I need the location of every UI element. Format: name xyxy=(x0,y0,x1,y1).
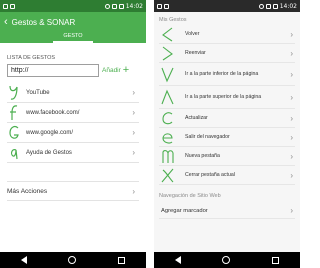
notification-icon xyxy=(164,3,169,9)
chevron-right-icon: › xyxy=(290,170,293,180)
list-item-label: www.google.com/ xyxy=(26,129,74,136)
notification-icon xyxy=(10,3,15,9)
chevron-right-icon: › xyxy=(290,206,293,215)
gesture-bottom-icon xyxy=(161,67,174,82)
gesture-top-icon xyxy=(161,89,174,104)
alarm-icon xyxy=(258,3,264,9)
signal-icon xyxy=(111,3,117,9)
more-actions-label: Más Acciones xyxy=(7,187,48,195)
chevron-right-icon: › xyxy=(132,88,135,97)
notification-icon xyxy=(157,3,162,9)
gesture-g-icon xyxy=(9,125,19,139)
nav-back-icon[interactable] xyxy=(174,256,181,264)
left-screen: 14:02 ‹ Gestos & SONAR GESTO LISTA DE GE… xyxy=(0,0,146,268)
notification-icon xyxy=(3,3,8,9)
right-screen: 14:02 Mis Gestos Volver › Reenviar › Ir … xyxy=(154,0,300,268)
list-item-label: Salir del navegador xyxy=(185,133,230,140)
list-item[interactable]: Actualizar › xyxy=(159,109,295,128)
battery-icon xyxy=(272,3,278,9)
chevron-right-icon: › xyxy=(132,148,135,157)
list-item-label: Reenviar xyxy=(185,49,206,56)
tab-gesto[interactable]: GESTO xyxy=(53,32,93,43)
chevron-right-icon: › xyxy=(290,29,293,39)
list-item-label: Volver xyxy=(185,30,200,37)
nav-bar xyxy=(154,252,300,268)
list-item-label: www.facebook.com/ xyxy=(26,109,80,116)
list-item[interactable]: Nueva pestaña › xyxy=(159,147,295,166)
list-item-label: Actualizar xyxy=(185,114,208,121)
list-item[interactable]: Agregar marcador › xyxy=(159,203,295,219)
gesture-closetab-icon xyxy=(161,168,174,182)
list-item[interactable]: www.google.com/ › xyxy=(7,123,139,143)
back-arrow-icon[interactable]: ‹ xyxy=(4,16,8,28)
chevron-right-icon: › xyxy=(290,151,293,161)
nav-back-icon[interactable] xyxy=(20,256,27,264)
status-bar: 14:02 xyxy=(0,0,146,12)
gesture-f-icon xyxy=(10,104,18,120)
list-item-label: Ir a la parte superior de la página xyxy=(185,93,262,100)
list-item[interactable]: Ir a la parte inferior de la página › xyxy=(159,63,295,86)
more-actions-item[interactable]: Más Acciones › xyxy=(7,181,139,201)
battery-icon xyxy=(118,3,124,9)
nav-home-icon[interactable] xyxy=(68,256,77,264)
list-item[interactable]: www.facebook.com/ › xyxy=(7,103,139,123)
gesture-refresh-icon xyxy=(162,111,173,124)
list-item-label: YouTube xyxy=(26,89,50,96)
list-item-label: Cerrar pestaña actual xyxy=(185,171,235,178)
gesture-newtab-icon xyxy=(162,149,174,163)
plus-icon: + xyxy=(122,64,130,76)
gesture-y-icon xyxy=(9,85,18,100)
alarm-icon xyxy=(104,3,110,9)
list-item[interactable]: Cerrar pestaña actual › xyxy=(159,166,295,185)
list-item[interactable]: Volver › xyxy=(159,25,295,44)
chevron-right-icon: › xyxy=(132,128,135,137)
add-label: Añadir xyxy=(102,67,121,74)
web-navigation-header: Navegación de Sitio Web xyxy=(159,193,221,199)
chevron-right-icon: › xyxy=(290,92,293,102)
app-bar: ‹ Gestos & SONAR xyxy=(0,12,146,32)
gesture-exit-icon xyxy=(162,132,173,143)
list-item[interactable]: Salir del navegador › xyxy=(159,128,295,147)
tab-bar: GESTO xyxy=(0,32,146,43)
chevron-right-icon: › xyxy=(290,48,293,58)
nav-bar xyxy=(0,252,146,268)
status-bar: 14:02 xyxy=(154,0,300,12)
nav-recents-icon[interactable] xyxy=(272,256,280,264)
list-item-label: Agregar marcador xyxy=(161,207,208,214)
gesture-list: YouTube › www.facebook.com/ › www.google… xyxy=(7,83,139,163)
chevron-right-icon: › xyxy=(290,113,293,123)
list-item[interactable]: Ayuda de Gestos › xyxy=(7,143,139,163)
chevron-right-icon: › xyxy=(132,108,135,117)
list-item-label: Ir a la parte inferior de la página xyxy=(185,70,259,77)
clock: 14:02 xyxy=(279,2,297,10)
list-item-label: Ayuda de Gestos xyxy=(26,149,72,156)
gesture-a-icon xyxy=(10,148,18,159)
list-item[interactable]: YouTube › xyxy=(7,83,139,103)
list-item[interactable]: Ir a la parte superior de la página › xyxy=(159,86,295,109)
app-title: Gestos & SONAR xyxy=(11,17,76,27)
chevron-right-icon: › xyxy=(290,69,293,79)
list-item[interactable]: Reenviar › xyxy=(159,44,295,63)
chevron-right-icon: › xyxy=(132,186,135,196)
add-button[interactable]: Añadir + xyxy=(102,65,129,76)
nav-home-icon[interactable] xyxy=(222,256,231,264)
url-input[interactable] xyxy=(7,64,99,77)
signal-icon xyxy=(265,3,271,9)
gesture-list-label: LISTA DE GESTOS xyxy=(7,55,56,61)
gesture-back-icon xyxy=(162,27,173,41)
my-gestures-header: Mis Gestos xyxy=(159,17,187,23)
gesture-forward-icon xyxy=(162,46,173,60)
list-item-label: Nueva pestaña xyxy=(185,152,220,159)
nav-recents-icon[interactable] xyxy=(118,256,126,264)
clock: 14:02 xyxy=(125,2,143,10)
chevron-right-icon: › xyxy=(290,132,293,142)
